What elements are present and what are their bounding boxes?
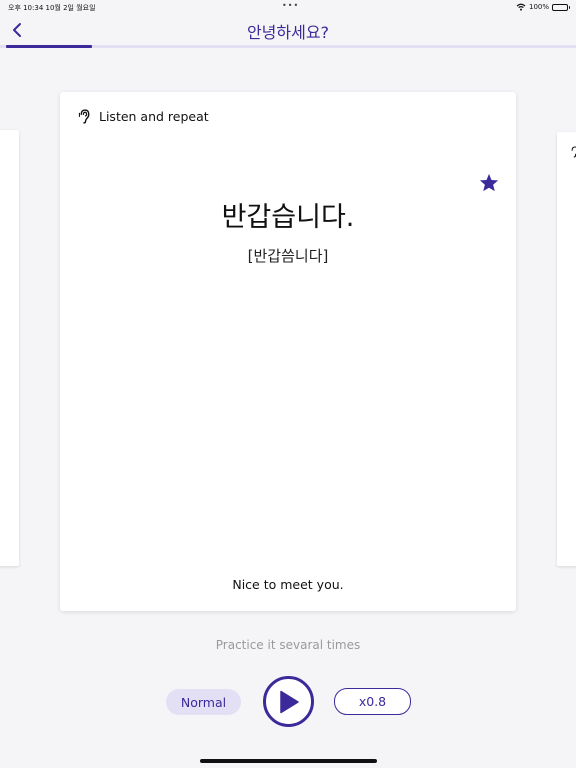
- top-navigation-bar: 안녕하세요?: [0, 14, 576, 48]
- pronunciation-text: [반갑씀니다]: [247, 247, 329, 265]
- previous-card[interactable]: [0, 130, 19, 566]
- play-icon: [279, 690, 299, 713]
- wifi-icon: [516, 3, 526, 11]
- english-translation: Nice to meet you.: [232, 577, 344, 592]
- status-time-date: 오후 10:34 10월 2일 월요일: [8, 4, 96, 12]
- play-button[interactable]: [263, 676, 314, 727]
- speed-normal-button[interactable]: Normal: [166, 689, 241, 715]
- practice-hint: Practice it sevaral times: [215, 638, 361, 652]
- ear-icon: [78, 109, 90, 124]
- next-card[interactable]: [557, 132, 576, 566]
- battery-icon: [552, 3, 570, 11]
- lesson-progress-fill: [6, 45, 92, 48]
- lesson-progress-bar: [0, 45, 576, 48]
- flashcard[interactable]: Listen and repeat 반갑습니다. [반갑씀니다] Nice to…: [60, 92, 516, 611]
- status-indicators: 100%: [516, 3, 570, 11]
- star-icon: [479, 173, 499, 191]
- ear-icon: [571, 146, 576, 158]
- korean-phrase: 반갑습니다.: [221, 202, 355, 233]
- home-indicator[interactable]: [200, 759, 377, 763]
- card-mode: Listen and repeat: [78, 109, 209, 124]
- card-mode-label: Listen and repeat: [99, 109, 209, 124]
- multitasking-dots[interactable]: •••: [282, 1, 299, 10]
- battery-percent: 100%: [528, 3, 549, 11]
- favorite-button[interactable]: [478, 171, 500, 193]
- speed-slow-button[interactable]: x0.8: [334, 688, 411, 715]
- page-title: 안녕하세요?: [246, 23, 330, 42]
- status-bar: 오후 10:34 10월 2일 월요일 ••• 100%: [0, 0, 576, 14]
